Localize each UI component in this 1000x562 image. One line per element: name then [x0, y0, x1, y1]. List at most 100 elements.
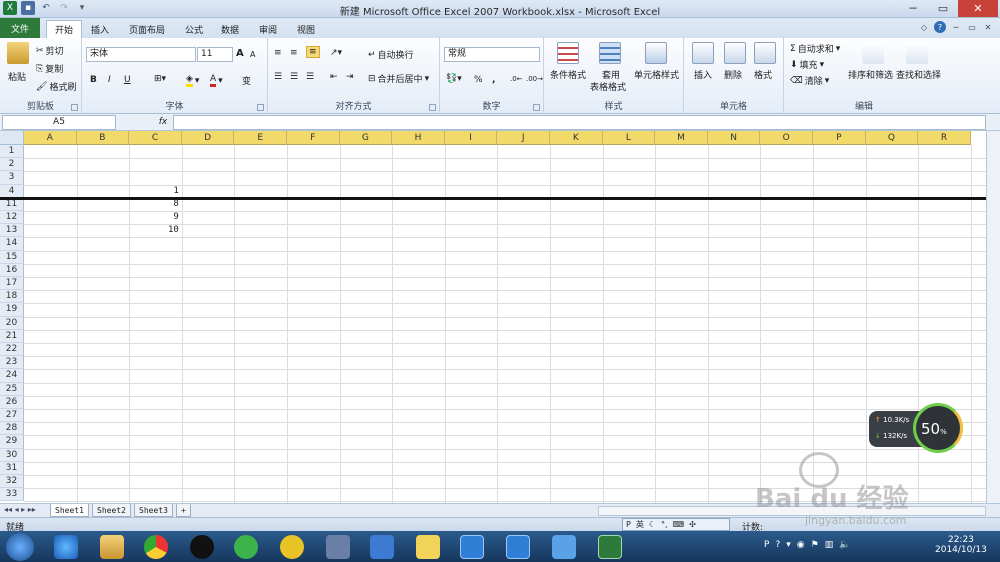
border-icon[interactable]: ⊞▾ [154, 74, 166, 84]
row-header-32[interactable]: 32 [0, 475, 24, 489]
sheet-tab-3[interactable]: Sheet3 [134, 504, 173, 517]
row-header-26[interactable]: 26 [0, 395, 24, 409]
row-header-18[interactable]: 18 [0, 290, 24, 304]
cell-styles-button[interactable]: 单元格样式 [634, 68, 679, 81]
clear-button[interactable]: ⌫ 清除 ▾ [790, 74, 829, 88]
tab-view[interactable]: 视图 [290, 20, 322, 38]
tray-arrow-icon[interactable]: ▾ [786, 540, 791, 550]
row-header-29[interactable]: 29 [0, 435, 24, 449]
row-header-30[interactable]: 30 [0, 448, 24, 462]
tray-ime-icon[interactable]: P [764, 540, 769, 550]
qq-icon[interactable] [190, 535, 214, 559]
row-header-25[interactable]: 25 [0, 382, 24, 396]
fill-button[interactable]: ⬇ 填充 ▾ [790, 58, 824, 72]
format-table-button[interactable]: 表格格式 [590, 80, 626, 93]
column-header-R[interactable]: R [918, 131, 971, 145]
find-select-button[interactable]: 查找和选择 [896, 68, 941, 81]
clipboard-launcher[interactable] [71, 104, 78, 111]
row-header-1[interactable]: 1 [0, 145, 24, 159]
row-header-14[interactable]: 14 [0, 237, 24, 251]
conditional-format-button[interactable]: 条件格式 [550, 68, 586, 81]
column-header-Q[interactable]: Q [865, 131, 919, 145]
cut-button[interactable]: ✂ 剪切 [36, 44, 64, 58]
row-header-17[interactable]: 17 [0, 277, 24, 291]
column-header-B[interactable]: B [76, 131, 130, 145]
excel-taskbar-icon[interactable] [598, 535, 622, 559]
tray-network-icon[interactable]: ▥ [825, 540, 834, 550]
robot-app-icon[interactable] [552, 535, 576, 559]
row-header-19[interactable]: 19 [0, 303, 24, 317]
tab-data[interactable]: 数据 [214, 20, 246, 38]
column-header-K[interactable]: K [550, 131, 603, 145]
app-yellow-icon[interactable] [280, 535, 304, 559]
row-header-13[interactable]: 13 [0, 224, 24, 238]
security-shield-icon[interactable] [460, 535, 484, 559]
cell-C12[interactable]: 9 [129, 211, 182, 224]
row-header-28[interactable]: 28 [0, 422, 24, 436]
network-speed-widget[interactable]: ↑ 10.3K/s ↓ 132K/s 50% [869, 403, 963, 453]
merge-center-button[interactable]: ⊟ 合并后居中 ▾ [368, 72, 429, 86]
font-color-icon[interactable]: A ▾ [210, 74, 223, 87]
doc-restore-icon[interactable]: ▭ [966, 21, 978, 33]
increase-decimal-icon[interactable]: .0← [510, 75, 523, 83]
increase-indent-icon[interactable]: ⇥ [346, 72, 354, 82]
align-center-icon[interactable]: ☰ [290, 72, 298, 82]
minimize-button[interactable]: ─ [898, 0, 928, 17]
sheet-tab-1[interactable]: Sheet1 [50, 504, 89, 517]
bold-button[interactable]: B [90, 75, 97, 85]
orientation-icon[interactable]: ↗▾ [330, 48, 342, 58]
help-icon[interactable]: ? [934, 21, 946, 33]
row-header-33[interactable]: 33 [0, 488, 24, 502]
align-left-icon[interactable]: ☰ [274, 72, 282, 82]
update-icon[interactable] [234, 535, 258, 559]
column-header-C[interactable]: C [129, 131, 182, 145]
clock[interactable]: 22:23 2014/10/13 [935, 535, 987, 555]
maximize-button[interactable]: ▭ [928, 0, 958, 17]
cell-C11[interactable]: 8 [129, 198, 182, 211]
virtualbox-icon[interactable] [326, 535, 350, 559]
column-header-I[interactable]: I [444, 131, 498, 145]
select-all-corner[interactable] [0, 131, 24, 145]
vertical-scrollbar[interactable] [986, 131, 1000, 503]
number-launcher[interactable] [533, 104, 540, 111]
column-header-O[interactable]: O [760, 131, 813, 145]
column-header-H[interactable]: H [392, 131, 445, 145]
ime-toolbar[interactable]: P 英 ☾ °, ⌨ ✣ [622, 518, 730, 531]
column-header-E[interactable]: E [234, 131, 287, 145]
delete-cells-button[interactable]: 删除 [724, 68, 742, 81]
grow-font-button[interactable]: A [236, 48, 244, 59]
tab-review[interactable]: 审阅 [252, 20, 284, 38]
tray-app-icon[interactable]: ◉ [797, 540, 805, 550]
align-right-icon[interactable]: ☰ [306, 72, 314, 82]
wrap-text-button[interactable]: ↵ 自动换行 [368, 48, 414, 62]
network-app-icon[interactable] [370, 535, 394, 559]
row-header-20[interactable]: 20 [0, 316, 24, 330]
row-header-15[interactable]: 15 [0, 250, 24, 264]
column-header-J[interactable]: J [497, 131, 550, 145]
font-size-select[interactable]: 11 [197, 47, 233, 62]
chrome-icon[interactable] [144, 535, 168, 559]
comma-button[interactable]: , [492, 75, 495, 85]
tab-insert[interactable]: 插入 [84, 20, 116, 38]
close-button[interactable]: ✕ [958, 0, 998, 17]
row-header-2[interactable]: 2 [0, 158, 24, 172]
copy-button[interactable]: ⎘ 复制 [36, 62, 63, 76]
format-painter-button[interactable]: 🖌 格式刷 [36, 80, 76, 94]
sheet-nav-arrows[interactable]: ◂◂ ◂ ▸ ▸▸ [4, 505, 36, 514]
spreadsheet-grid[interactable]: A B C D E F G H I J K L M N O P Q R 1 2 3 4 11 12 13 14 15 16 17 18 19… [0, 131, 986, 503]
row-header-23[interactable]: 23 [0, 356, 24, 370]
column-header-M[interactable]: M [655, 131, 708, 145]
cell-C13[interactable]: 10 [129, 224, 182, 237]
tray-flag-icon[interactable]: ⚑ [811, 540, 819, 550]
row-header-22[interactable]: 22 [0, 343, 24, 357]
column-header-P[interactable]: P [813, 131, 866, 145]
column-header-L[interactable]: L [602, 131, 656, 145]
cell-C4[interactable]: 1 [129, 185, 182, 198]
row-header-4[interactable]: 4 [0, 184, 24, 198]
explorer-icon[interactable] [100, 535, 124, 559]
start-button[interactable] [6, 533, 34, 561]
row-header-16[interactable]: 16 [0, 263, 24, 277]
decrease-indent-icon[interactable]: ⇤ [330, 72, 338, 82]
doc-close-icon[interactable]: ✕ [982, 21, 994, 33]
minimize-ribbon-icon[interactable]: ◇ [918, 21, 930, 33]
